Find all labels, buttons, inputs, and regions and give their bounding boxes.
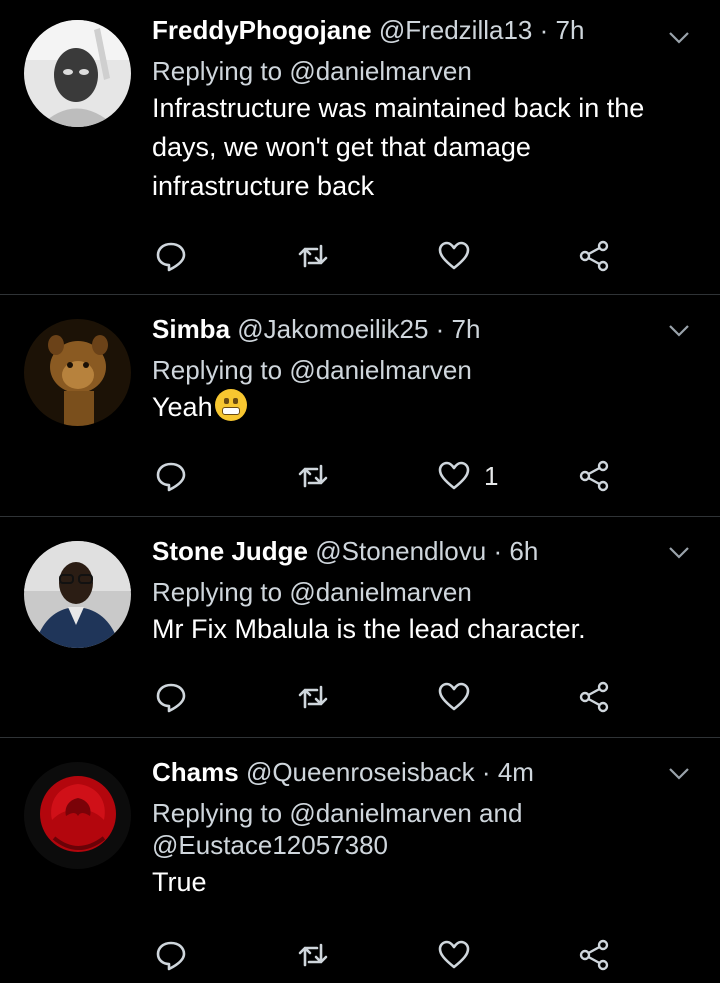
- reply-icon: [156, 941, 186, 971]
- avatar[interactable]: [24, 541, 131, 648]
- reply-mention[interactable]: @danielmarven: [289, 355, 471, 385]
- author-name[interactable]: Stone Judge: [152, 536, 308, 566]
- reply-mention[interactable]: @danielmarven: [289, 798, 471, 828]
- tweet-actions: 1: [152, 456, 622, 496]
- reply-button[interactable]: [155, 935, 187, 975]
- tweet-actions: [152, 935, 622, 975]
- timestamp[interactable]: 4m: [498, 757, 534, 787]
- author-handle[interactable]: @Stonendlovu: [315, 536, 486, 566]
- share-icon: [579, 460, 609, 492]
- like-button[interactable]: [438, 236, 484, 276]
- tweet[interactable]: FreddyPhogojane @Fredzilla13 · 7h Replyi…: [0, 0, 720, 295]
- replying-to-label: Replying to: [152, 355, 283, 385]
- reply-button[interactable]: [155, 456, 187, 496]
- replying-to-label: Replying to: [152, 577, 283, 607]
- share-button[interactable]: [578, 236, 610, 276]
- share-button[interactable]: [578, 677, 610, 717]
- author-name[interactable]: Chams: [152, 757, 239, 787]
- grimacing-face-icon: [214, 389, 247, 421]
- replying-to: Replying to @danielmarven: [152, 576, 690, 608]
- replying-to: Replying to @danielmarven: [152, 55, 690, 87]
- retweet-icon: [298, 464, 328, 488]
- rose-photo-icon: [24, 762, 131, 869]
- heart-icon: [438, 682, 470, 711]
- reply-mention[interactable]: @danielmarven: [289, 56, 471, 86]
- retweet-button[interactable]: [297, 456, 329, 496]
- timestamp[interactable]: 6h: [509, 536, 538, 566]
- separator-dot: ·: [481, 757, 491, 787]
- tweet[interactable]: Simba @Jakomoeilik25 · 7h Replying to @d…: [0, 295, 720, 517]
- reply-button[interactable]: [155, 236, 187, 276]
- tweet-text: Mr Fix Mbalula is the lead character.: [152, 614, 586, 644]
- tweet-actions: [152, 677, 622, 717]
- retweet-button[interactable]: [297, 677, 329, 717]
- like-button[interactable]: [438, 677, 484, 717]
- tweet-actions: [152, 236, 622, 276]
- reply-and: and: [479, 798, 523, 828]
- share-button[interactable]: [578, 935, 610, 975]
- share-icon: [579, 681, 609, 713]
- replying-to: Replying to @danielmarven and @Eustace12…: [152, 797, 690, 861]
- author-name[interactable]: FreddyPhogojane: [152, 15, 372, 45]
- user-photo-icon: [24, 20, 131, 127]
- heart-icon: [438, 940, 470, 969]
- separator-dot: ·: [539, 15, 549, 45]
- chevron-down-icon[interactable]: [666, 24, 692, 50]
- like-button[interactable]: [438, 935, 484, 975]
- like-count: 1: [484, 460, 499, 491]
- chevron-down-icon[interactable]: [666, 760, 692, 786]
- separator-dot: ·: [435, 314, 445, 344]
- avatar[interactable]: [24, 20, 131, 127]
- tweet[interactable]: Chams @Queenroseisback · 4m Replying to …: [0, 738, 720, 983]
- retweet-button[interactable]: [297, 236, 329, 276]
- avatar[interactable]: [24, 762, 131, 869]
- author-handle[interactable]: @Fredzilla13: [379, 15, 533, 45]
- replying-to-label: Replying to: [152, 56, 283, 86]
- retweet-button[interactable]: [297, 935, 329, 975]
- tweet-text: True: [152, 867, 207, 897]
- retweet-icon: [298, 244, 328, 268]
- retweet-icon: [298, 685, 328, 709]
- author-handle[interactable]: @Queenroseisback: [246, 757, 475, 787]
- heart-icon: [438, 241, 470, 270]
- timestamp[interactable]: 7h: [556, 15, 585, 45]
- share-icon: [579, 939, 609, 971]
- retweet-icon: [298, 943, 328, 967]
- separator-dot: ·: [493, 536, 503, 566]
- user-photo-icon: [24, 541, 131, 648]
- avatar[interactable]: [24, 319, 131, 426]
- chevron-down-icon[interactable]: [666, 539, 692, 565]
- heart-icon: [438, 461, 470, 490]
- reply-mention-2[interactable]: @Eustace12057380: [152, 830, 388, 860]
- replying-to-label: Replying to: [152, 798, 283, 828]
- replying-to: Replying to @danielmarven: [152, 354, 690, 386]
- timestamp[interactable]: 7h: [452, 314, 481, 344]
- lion-photo-icon: [24, 319, 131, 426]
- chevron-down-icon[interactable]: [666, 317, 692, 343]
- reply-icon: [156, 462, 186, 492]
- tweet-text: Yeah: [152, 392, 213, 422]
- share-icon: [579, 240, 609, 272]
- like-button[interactable]: 1: [438, 456, 498, 496]
- tweet[interactable]: Stone Judge @Stonendlovu · 6h Replying t…: [0, 517, 720, 738]
- author-name[interactable]: Simba: [152, 314, 230, 344]
- reply-mention[interactable]: @danielmarven: [289, 577, 471, 607]
- share-button[interactable]: [578, 456, 610, 496]
- reply-icon: [156, 683, 186, 713]
- tweet-text-container: Yeah: [152, 388, 690, 427]
- author-handle[interactable]: @Jakomoeilik25: [237, 314, 428, 344]
- reply-icon: [156, 242, 186, 272]
- reply-button[interactable]: [155, 677, 187, 717]
- tweet-text: Infrastructure was maintained back in th…: [152, 93, 645, 201]
